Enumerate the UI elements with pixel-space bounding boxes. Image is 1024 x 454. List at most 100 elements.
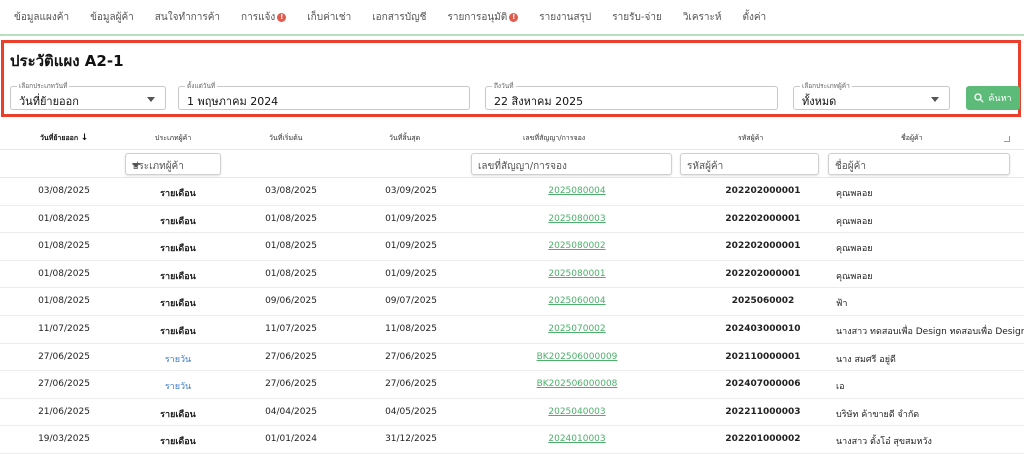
- cell-customer-name: คุณพลอย: [836, 189, 873, 199]
- column-header-move-out[interactable]: วันที่ย้ายออก ↓: [40, 133, 88, 144]
- nav-item-notifications[interactable]: การแจ้ง!: [241, 10, 287, 25]
- cell-move-out: 21/06/2025: [38, 406, 90, 417]
- cell-start-date: 09/06/2025: [265, 296, 317, 307]
- cell-end-date: 27/06/2025: [385, 379, 437, 390]
- cell-move-out: 03/08/2025: [38, 186, 90, 196]
- from-date-label: ตั้งแต่วันที่: [185, 81, 218, 91]
- search-button[interactable]: ค้นหา: [966, 86, 1020, 110]
- cell-customer-name: นางสาว ทดสอบเพื่อ Design ทดสอบเพื่อ Desi…: [836, 326, 1024, 337]
- column-header-end[interactable]: วันที่สิ้นสุด: [389, 133, 420, 144]
- table-row: 11/07/2025 รายเดือน 11/07/2025 11/08/2025 20…: [0, 316, 1024, 344]
- from-date-value: 1 พฤษภาคม 2024: [187, 95, 279, 108]
- cell-customer-code: 202202000001: [725, 241, 801, 252]
- cell-customer-name: บริษัท ค้าขายดี จำกัด: [836, 409, 920, 420]
- contract-filter-input[interactable]: เลขที่สัญญา/การจอง: [471, 153, 672, 175]
- cell-customer-type: รายเดือน: [160, 409, 196, 420]
- cell-contract-link[interactable]: BK202506000009: [537, 352, 618, 362]
- cell-customer-type: รายเดือน: [160, 326, 196, 337]
- search-icon: [974, 93, 985, 103]
- cell-contract-link[interactable]: 2025070002: [548, 324, 605, 334]
- nav-item-accounting[interactable]: เอกสารบัญชี: [372, 10, 426, 25]
- cell-end-date: 31/12/2025: [385, 434, 437, 445]
- cell-start-date: 01/08/2025: [265, 213, 317, 224]
- customer-code-filter-input[interactable]: รหัสผู้ค้า: [680, 153, 819, 175]
- cell-contract-link[interactable]: 2025080002: [548, 241, 605, 251]
- cell-end-date: 09/07/2025: [385, 296, 437, 307]
- table-row: 19/03/2025 รายเดือน 01/01/2024 31/12/2025 20…: [0, 426, 1024, 454]
- cell-start-date: 27/06/2025: [265, 379, 317, 390]
- table-header: วันที่ย้ายออก ↓ ประเภทผู้ค้า วันที่เริ่ม…: [0, 124, 1024, 150]
- cell-customer-code: 202211000003: [725, 406, 801, 417]
- to-date-value: 22 สิงหาคม 2025: [494, 95, 584, 108]
- table-row: 01/08/2025 รายเดือน 01/08/2025 01/09/2025 20…: [0, 206, 1024, 234]
- cell-customer-type: รายเดือน: [160, 437, 196, 448]
- cell-start-date: 03/08/2025: [265, 186, 317, 196]
- nav-item-stalls[interactable]: ข้อมูลแผงค้า: [14, 10, 69, 25]
- cell-contract-link[interactable]: 2025080004: [548, 186, 605, 196]
- nav-item-approvals[interactable]: รายการอนุมัติ!: [447, 10, 519, 25]
- history-table: วันที่ย้ายออก ↓ ประเภทผู้ค้า วันที่เริ่ม…: [0, 124, 1024, 454]
- column-header-customer-name[interactable]: ชื่อผู้ค้า: [901, 133, 923, 144]
- cell-customer-name: นางสาว ตั้งโอ๋ สุขสมหวัง: [836, 437, 932, 448]
- from-date-field[interactable]: ตั้งแต่วันที่ 1 พฤษภาคม 2024: [178, 81, 470, 110]
- cell-customer-name: คุณพลอย: [836, 244, 873, 255]
- cell-customer-code: 202407000006: [725, 379, 801, 390]
- cell-customer-type: รายวัน: [164, 354, 192, 365]
- cell-contract-link[interactable]: 2024010003: [548, 434, 605, 444]
- cell-start-date: 04/04/2025: [265, 406, 317, 417]
- cell-contract-link[interactable]: 2025060004: [548, 296, 605, 306]
- cell-move-out: 01/08/2025: [38, 296, 90, 307]
- resize-handle-icon[interactable]: [1004, 136, 1010, 142]
- nav-item-analysis[interactable]: วิเคราะห์: [683, 10, 722, 25]
- column-header-customer-code[interactable]: รหัสผู้ค้า: [738, 133, 763, 144]
- cell-customer-code: 202201000002: [725, 434, 801, 445]
- table-row: 27/06/2025 รายวัน 27/06/2025 27/06/2025 BK20…: [0, 344, 1024, 372]
- to-date-label: ถึงวันที่: [492, 81, 516, 91]
- cell-customer-code: 202202000001: [725, 213, 801, 224]
- nav-item-reports[interactable]: รายงานสรุป: [539, 10, 591, 25]
- cell-customer-name: ฟ้า: [836, 299, 848, 310]
- nav-item-rent-collection[interactable]: เก็บค่าเช่า: [307, 10, 351, 25]
- customer-type-label: เลือกประเภทผู้ค้า: [800, 81, 852, 91]
- cell-customer-code: 202202000001: [725, 186, 801, 196]
- chevron-down-icon: [132, 163, 140, 168]
- chevron-down-icon: [147, 97, 155, 102]
- cell-contract-link[interactable]: 2025080003: [548, 214, 605, 224]
- column-header-start[interactable]: วันที่เริ่มต้น: [269, 133, 302, 144]
- nav-item-settings[interactable]: ตั้งค่า: [742, 10, 766, 25]
- customer-type-select[interactable]: เลือกประเภทผู้ค้า ทั้งหมด: [793, 81, 950, 110]
- cell-start-date: 11/07/2025: [265, 323, 317, 334]
- column-header-contract[interactable]: เลขที่สัญญา/การจอง: [523, 133, 585, 144]
- cell-move-out: 01/08/2025: [38, 213, 90, 224]
- cell-move-out: 01/08/2025: [38, 241, 90, 252]
- cell-customer-type: รายเดือน: [160, 271, 196, 282]
- cell-customer-code: 202110000001: [725, 351, 801, 362]
- top-navigation: ข้อมูลแผงค้า ข้อมูลผู้ค้า สนใจทำการค้า ก…: [0, 0, 1024, 36]
- customer-type-value: ทั้งหมด: [802, 95, 837, 108]
- table-body: 03/08/2025 รายเดือน 03/08/2025 03/09/2025 20…: [0, 178, 1024, 454]
- cell-start-date: 01/08/2025: [265, 241, 317, 252]
- cell-customer-name: เอ: [836, 382, 845, 393]
- date-type-value: วันที่ย้ายออก: [19, 95, 79, 108]
- cell-end-date: 27/06/2025: [385, 351, 437, 362]
- nav-item-income-expense[interactable]: รายรับ-จ่าย: [612, 10, 662, 25]
- to-date-field[interactable]: ถึงวันที่ 22 สิงหาคม 2025: [485, 81, 778, 110]
- cell-contract-link[interactable]: 2025040003: [548, 407, 605, 417]
- column-header-customer-type[interactable]: ประเภทผู้ค้า: [155, 133, 191, 144]
- nav-item-interested[interactable]: สนใจทำการค้า: [155, 10, 220, 25]
- alert-badge: !: [509, 12, 519, 22]
- date-type-select[interactable]: เลือกประเภทวันที่ วันที่ย้ายออก: [10, 81, 166, 110]
- cell-move-out: 11/07/2025: [38, 323, 90, 334]
- cell-move-out: 27/06/2025: [38, 351, 90, 362]
- cell-move-out: 01/08/2025: [38, 268, 90, 279]
- cell-customer-code: 202202000001: [725, 268, 801, 279]
- cell-end-date: 01/09/2025: [385, 241, 437, 252]
- alert-badge: !: [277, 12, 287, 22]
- cell-contract-link[interactable]: BK202506000008: [537, 379, 618, 389]
- cell-move-out: 27/06/2025: [38, 379, 90, 390]
- customer-name-filter-input[interactable]: ชื่อผู้ค้า: [828, 153, 1010, 175]
- customer-type-filter-select[interactable]: ประเภทผู้ค้า: [125, 153, 221, 175]
- arrow-down-icon: ↓: [80, 133, 89, 143]
- cell-contract-link[interactable]: 2025080001: [548, 269, 605, 279]
- nav-item-vendors[interactable]: ข้อมูลผู้ค้า: [90, 10, 134, 25]
